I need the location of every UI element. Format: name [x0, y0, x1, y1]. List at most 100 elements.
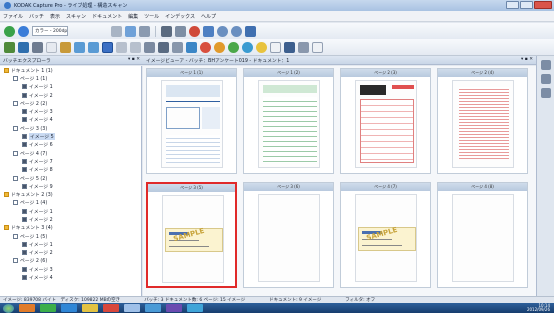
start-button[interactable] — [3, 303, 14, 313]
ocr-icon[interactable] — [242, 41, 253, 53]
panel-properties-icon[interactable] — [540, 74, 551, 84]
taskbar-app-icon[interactable] — [145, 304, 161, 312]
panel-index-icon[interactable] — [540, 88, 551, 98]
undo-icon[interactable] — [186, 41, 197, 53]
settings-icon[interactable] — [298, 41, 309, 53]
tree-document-node[interactable]: ドキュメント 1 (1) — [0, 66, 141, 74]
pointer-icon[interactable] — [161, 25, 172, 37]
tree-image-node[interactable]: イメージ 7 — [0, 157, 141, 165]
tree-page-node[interactable]: ページ 1 (1) — [0, 74, 141, 82]
taskbar-app-icon[interactable] — [19, 304, 35, 312]
split-document-icon[interactable] — [32, 41, 43, 53]
taskbar-app-icon[interactable] — [166, 304, 182, 312]
menu-batch[interactable]: バッチ — [29, 13, 44, 20]
tree-document-node[interactable]: ドキュメント 3 (4) — [0, 224, 141, 232]
tree-image-node[interactable]: イメージ 3 — [0, 265, 141, 273]
annotate-icon[interactable] — [228, 41, 239, 53]
rotate-icon[interactable] — [125, 25, 136, 37]
page-thumbnail[interactable]: ページ 4 (7) SAMPLE — [340, 182, 431, 288]
select-icon[interactable] — [102, 41, 113, 53]
taskbar-app-icon[interactable] — [82, 304, 98, 312]
scan-start-icon[interactable] — [4, 25, 15, 37]
dropdown-icon[interactable] — [111, 25, 122, 37]
rotate-right-icon[interactable] — [88, 41, 99, 53]
blank-page-icon[interactable] — [46, 41, 57, 53]
menu-file[interactable]: ファイル — [3, 13, 23, 20]
tree-document-node[interactable]: ドキュメント 2 (3) — [0, 190, 141, 198]
menu-scan[interactable]: スキャン — [66, 13, 86, 20]
tree-image-node[interactable]: イメージ 1 — [0, 83, 141, 91]
tree-page-node[interactable]: ページ 1 (5) — [0, 232, 141, 240]
taskbar-app-icon[interactable] — [187, 304, 203, 312]
menu-document[interactable]: ドキュメント — [92, 13, 122, 20]
zoom-in-icon[interactable] — [217, 25, 228, 37]
tree-image-node[interactable]: イメージ 3 — [0, 107, 141, 115]
zoom-out-icon[interactable] — [231, 25, 242, 37]
tree-page-node[interactable]: ページ 2 (2) — [0, 99, 141, 107]
menu-view[interactable]: 表示 — [50, 13, 60, 20]
export-icon[interactable] — [312, 41, 323, 53]
menu-edit[interactable]: 編集 — [128, 13, 138, 20]
redact-icon[interactable] — [200, 41, 211, 53]
taskbar-app-icon[interactable] — [61, 304, 77, 312]
tree-image-node[interactable]: イメージ 6 — [0, 141, 141, 149]
note-icon[interactable] — [256, 41, 267, 53]
tree-page-node[interactable]: ページ 5 (2) — [0, 174, 141, 182]
panel-pin-icon[interactable] — [540, 60, 551, 70]
insert-document-icon[interactable] — [4, 41, 15, 53]
page-icon[interactable] — [139, 25, 150, 37]
tree-image-node[interactable]: イメージ 1 — [0, 207, 141, 215]
close-button[interactable] — [534, 1, 552, 9]
tree-image-node[interactable]: イメージ 2 — [0, 215, 141, 223]
tree-page-node[interactable]: ページ 3 (3) — [0, 124, 141, 132]
tree-image-node[interactable]: イメージ 2 — [0, 91, 141, 99]
taskbar-app-icon[interactable] — [124, 304, 140, 312]
copy-icon[interactable] — [144, 41, 155, 53]
merge-icon[interactable] — [60, 41, 71, 53]
page-thumbnail[interactable]: ページ 4 (8) — [437, 182, 528, 288]
page-thumbnail[interactable]: ページ 3 (6) — [243, 182, 334, 288]
tree-image-node[interactable]: イメージ 1 — [0, 240, 141, 248]
batch-explorer-tree[interactable]: ドキュメント 1 (1) ページ 1 (1) イメージ 1 イメージ 2 ページ 2 (… — [0, 66, 142, 296]
append-document-icon[interactable] — [18, 41, 29, 53]
grid-view-icon[interactable] — [203, 25, 214, 37]
tree-page-node[interactable]: ページ 1 (4) — [0, 199, 141, 207]
taskbar-app-icon[interactable] — [40, 304, 56, 312]
scan-profile-combo[interactable]: カラー - 200dpi — [32, 26, 68, 36]
page-thumbnail-selected[interactable]: ページ 3 (5) SAMPLE — [146, 182, 237, 288]
tree-image-node[interactable]: イメージ 8 — [0, 166, 141, 174]
menu-index[interactable]: インデックス — [165, 13, 195, 20]
tree-image-node[interactable]: イメージ 2 — [0, 249, 141, 257]
page-thumbnail[interactable]: ページ 1 (2) — [243, 68, 334, 174]
delete-icon[interactable] — [172, 41, 183, 53]
image-icon — [22, 142, 27, 148]
save-icon[interactable] — [284, 41, 295, 53]
page-thumbnail[interactable]: ページ 2 (3) — [340, 68, 431, 174]
checkbox-icon[interactable] — [270, 41, 281, 53]
crop-icon[interactable] — [116, 41, 127, 53]
fit-page-icon[interactable] — [245, 25, 256, 37]
tree-image-node[interactable]: イメージ 4 — [0, 116, 141, 124]
tree-image-node[interactable]: イメージ 4 — [0, 273, 141, 281]
scan-stop-icon[interactable] — [18, 25, 29, 37]
tree-page-node[interactable]: ページ 4 (7) — [0, 149, 141, 157]
deskew-icon[interactable] — [130, 41, 141, 53]
menu-tools[interactable]: ツール — [144, 13, 159, 20]
system-tray-clock[interactable]: 10:14 2012/09/26 — [527, 304, 550, 312]
minimize-button[interactable] — [506, 1, 519, 9]
select-page-icon[interactable] — [175, 25, 186, 37]
print-icon[interactable] — [158, 41, 169, 53]
page-thumbnail[interactable]: ページ 2 (4) — [437, 68, 528, 174]
tree-page-node[interactable]: ページ 2 (6) — [0, 257, 141, 265]
maximize-button[interactable] — [520, 1, 533, 9]
page-thumbnail[interactable]: ページ 1 (1) — [146, 68, 237, 174]
tree-panel-controls[interactable]: ▾ ▪ ✕ — [128, 57, 140, 62]
highlight-icon[interactable] — [214, 41, 225, 53]
tree-image-node[interactable]: イメージ 5 — [0, 132, 141, 141]
viewer-panel-controls[interactable]: ▾ ▪ ✕ — [521, 57, 533, 62]
taskbar-app-icon[interactable] — [103, 304, 119, 312]
rotate-left-icon[interactable] — [74, 41, 85, 53]
tree-image-node[interactable]: イメージ 9 — [0, 182, 141, 190]
zoom-select-icon[interactable] — [189, 25, 200, 37]
menu-help[interactable]: ヘルプ — [201, 13, 216, 20]
